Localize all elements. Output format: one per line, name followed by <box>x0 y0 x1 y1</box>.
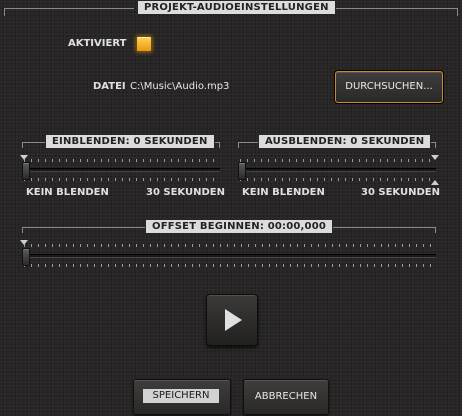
settings-frame-left <box>4 8 5 16</box>
fade-out-ticks-bottom <box>240 178 436 181</box>
page-title: PROJEKT-AUDIOEINSTELLUNGEN <box>138 1 335 14</box>
fade-out-frame-right <box>435 142 436 148</box>
fade-in-title: EINBLENDEN: 0 SEKUNDEN <box>46 135 214 148</box>
save-button[interactable]: SPEICHERN <box>133 379 231 415</box>
file-label: DATEI <box>93 81 126 92</box>
offset-ticks-bottom <box>24 264 436 267</box>
fade-in-ticks-bottom <box>24 178 220 181</box>
fade-out-frame-left <box>238 142 239 148</box>
offset-track[interactable] <box>24 254 436 258</box>
settings-frame-top-left <box>4 8 134 9</box>
fade-out-min-label: KEIN BLENDEN <box>242 187 325 198</box>
fade-in-frame-left <box>22 142 23 148</box>
fade-out-end-marker-top <box>431 155 439 160</box>
fade-in-max-label: 30 SEKUNDEN <box>146 187 225 198</box>
browse-button[interactable]: DURCHSUCHEN... <box>335 71 443 103</box>
settings-frame-top-right <box>330 8 458 9</box>
cancel-button[interactable]: ABBRECHEN <box>243 379 329 415</box>
play-icon <box>225 309 242 331</box>
fade-in-track[interactable] <box>24 168 220 172</box>
offset-slider-handle[interactable] <box>22 248 30 266</box>
offset-title: OFFSET BEGINNEN: 00:00,000 <box>146 220 333 233</box>
save-button-label: SPEICHERN <box>143 389 219 403</box>
fade-in-slider-handle[interactable] <box>22 162 30 180</box>
fade-out-track[interactable] <box>240 168 436 172</box>
fade-in-min-label: KEIN BLENDEN <box>26 187 109 198</box>
fade-in-ticks-top <box>24 159 220 162</box>
activated-checkbox[interactable] <box>136 36 152 52</box>
file-path: C:\Music\Audio.mp3 <box>130 81 230 92</box>
fade-out-ticks-top <box>240 159 436 162</box>
offset-start-marker <box>20 240 28 245</box>
fade-out-end-marker-bottom <box>431 180 439 185</box>
play-button[interactable] <box>206 294 258 346</box>
fade-out-slider-handle[interactable] <box>238 162 246 180</box>
offset-ticks-top <box>24 244 436 247</box>
fade-in-start-marker <box>20 155 28 160</box>
offset-frame-right <box>435 227 436 233</box>
fade-in-frame-right <box>219 142 220 148</box>
offset-frame-left <box>22 227 23 233</box>
fade-out-title: AUSBLENDEN: 0 SEKUNDEN <box>259 135 431 148</box>
settings-frame-right <box>457 8 458 16</box>
fade-out-max-label: 30 SEKUNDEN <box>361 187 440 198</box>
activated-label: AKTIVIERT <box>68 38 127 49</box>
